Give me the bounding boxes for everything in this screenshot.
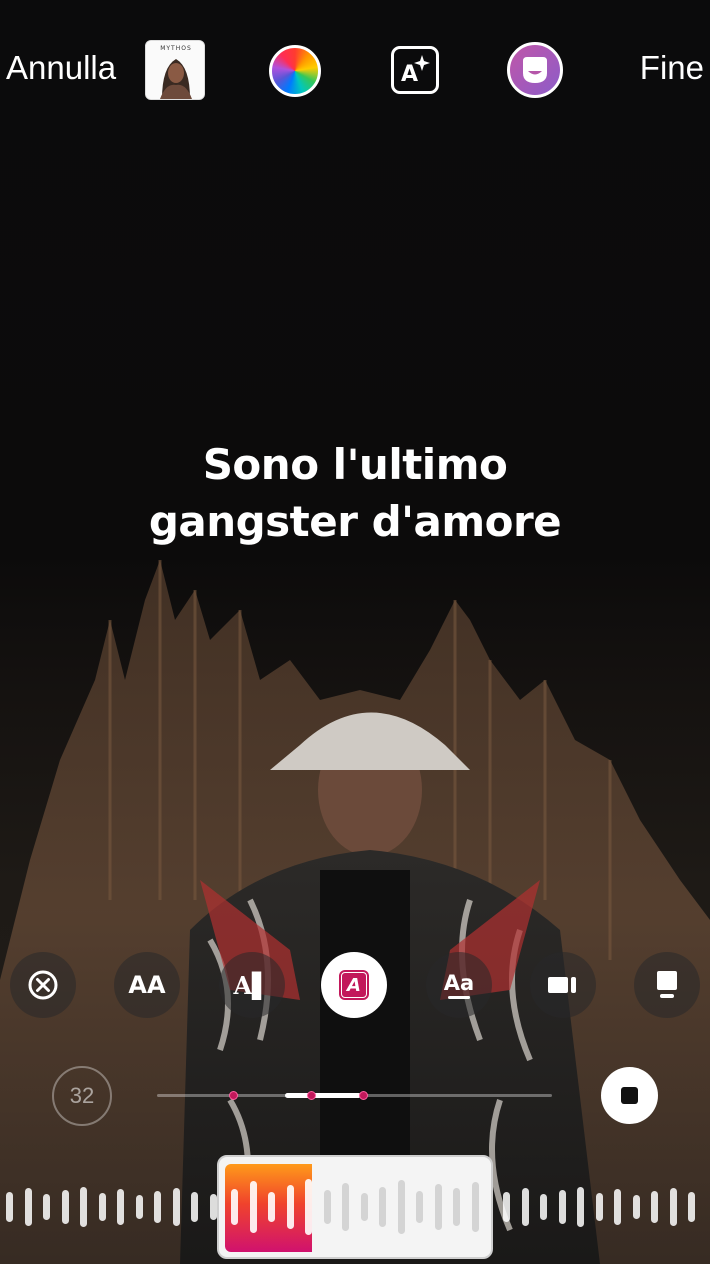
lyric-line-2: gangster d'amore (148, 497, 562, 546)
lyrics-timeline-track[interactable] (157, 1091, 552, 1100)
waveform-bar (577, 1187, 584, 1227)
typewriter-font-glyph: A▌ (233, 970, 271, 1000)
waveform-bar (191, 1192, 198, 1222)
lyric-line-1: Sono l'ultimo (202, 440, 508, 489)
waveform-bar (43, 1194, 50, 1220)
waveform-bar (286, 1185, 294, 1229)
layout-card-button[interactable] (530, 952, 596, 1018)
subtitle-font-glyph: Aa (443, 970, 475, 995)
close-circle-icon (28, 970, 58, 1000)
clip-controls: 32 (0, 1064, 710, 1128)
poster-layout-icon (657, 971, 677, 998)
remove-lyrics-button[interactable] (10, 952, 76, 1018)
audio-waveform-scrubber[interactable] (0, 1155, 710, 1259)
underline-bar (448, 995, 470, 999)
timeline-marker[interactable] (229, 1091, 238, 1100)
classic-font-glyph: AA (128, 971, 166, 999)
waveform-bar (135, 1195, 143, 1219)
waveform-bar (471, 1182, 479, 1232)
waveform-bar (268, 1192, 275, 1222)
waveform-bar (249, 1181, 257, 1233)
waveform-bar (98, 1193, 106, 1221)
font-style-subtitle-button[interactable]: Aa (426, 952, 492, 1018)
waveform-bar (6, 1192, 13, 1222)
waveform-bar (416, 1191, 423, 1223)
album-art-button[interactable]: MYTHOS (145, 40, 205, 100)
clip-duration-button[interactable]: 32 (52, 1066, 112, 1126)
waveform-bar (172, 1188, 180, 1226)
waveform-bar (342, 1183, 349, 1231)
waveform-bar (503, 1192, 510, 1222)
waveform-bar (632, 1195, 640, 1219)
waveform-bar (595, 1193, 603, 1221)
waveform-bar (209, 1194, 217, 1220)
font-style-highlight-button[interactable]: A (321, 952, 387, 1018)
waveform-bar (651, 1191, 658, 1223)
smiley-sticker-icon (523, 57, 547, 83)
highlight-font-glyph-box: A (341, 972, 367, 998)
waveform-bar (521, 1188, 529, 1226)
waveform-bar (614, 1189, 621, 1225)
top-bar: Annulla MYTHOS A Fine (0, 36, 710, 106)
font-style-classic-button[interactable]: AA (114, 952, 180, 1018)
waveform-bar (231, 1189, 238, 1225)
card-layout-icon (548, 977, 576, 993)
timeline-marker[interactable] (359, 1091, 368, 1100)
stop-button[interactable] (601, 1067, 658, 1124)
waveform-bar (688, 1192, 695, 1222)
waveform-bar (379, 1187, 386, 1227)
waveform-bar (117, 1189, 124, 1225)
highlight-font-glyph: A (347, 974, 361, 996)
album-art-image: MYTHOS (146, 41, 204, 99)
waveform-bar (360, 1193, 368, 1221)
sticker-button[interactable] (507, 42, 563, 98)
sparkle-text-icon: A (401, 55, 430, 87)
timeline-selection[interactable] (285, 1093, 361, 1098)
waveform-bar (558, 1190, 566, 1224)
stop-icon (621, 1087, 638, 1104)
color-picker-button[interactable] (269, 45, 321, 97)
timeline-marker[interactable] (307, 1091, 316, 1100)
svg-text:A: A (401, 62, 418, 87)
waveform-bar (434, 1184, 442, 1230)
svg-text:MYTHOS: MYTHOS (160, 45, 192, 52)
clip-selection-window[interactable] (217, 1155, 493, 1259)
layout-poster-button[interactable] (634, 952, 700, 1018)
clip-duration-value: 32 (69, 1083, 95, 1108)
lyrics-overlay[interactable]: Sono l'ultimo gangster d'amore (0, 436, 710, 550)
waveform-bar (397, 1180, 405, 1234)
cancel-button[interactable]: Annulla (6, 49, 116, 87)
waveform-bar (305, 1179, 312, 1235)
font-style-typewriter-button[interactable]: A▌ (219, 952, 285, 1018)
lyrics-style-toolbar: AA A▌ A Aa (0, 950, 710, 1020)
waveform-bar (154, 1191, 161, 1223)
waveform-bar (323, 1190, 331, 1224)
waveform-bar (540, 1194, 547, 1220)
waveform-bar (453, 1188, 460, 1226)
text-effects-button[interactable]: A (391, 46, 439, 94)
subtitle-font-glyph-group: Aa (444, 972, 474, 999)
waveform-bar (61, 1190, 69, 1224)
done-button[interactable]: Fine (640, 49, 704, 87)
waveform-bar (24, 1188, 32, 1226)
waveform-bar (80, 1187, 87, 1227)
waveform-bar (669, 1188, 677, 1226)
